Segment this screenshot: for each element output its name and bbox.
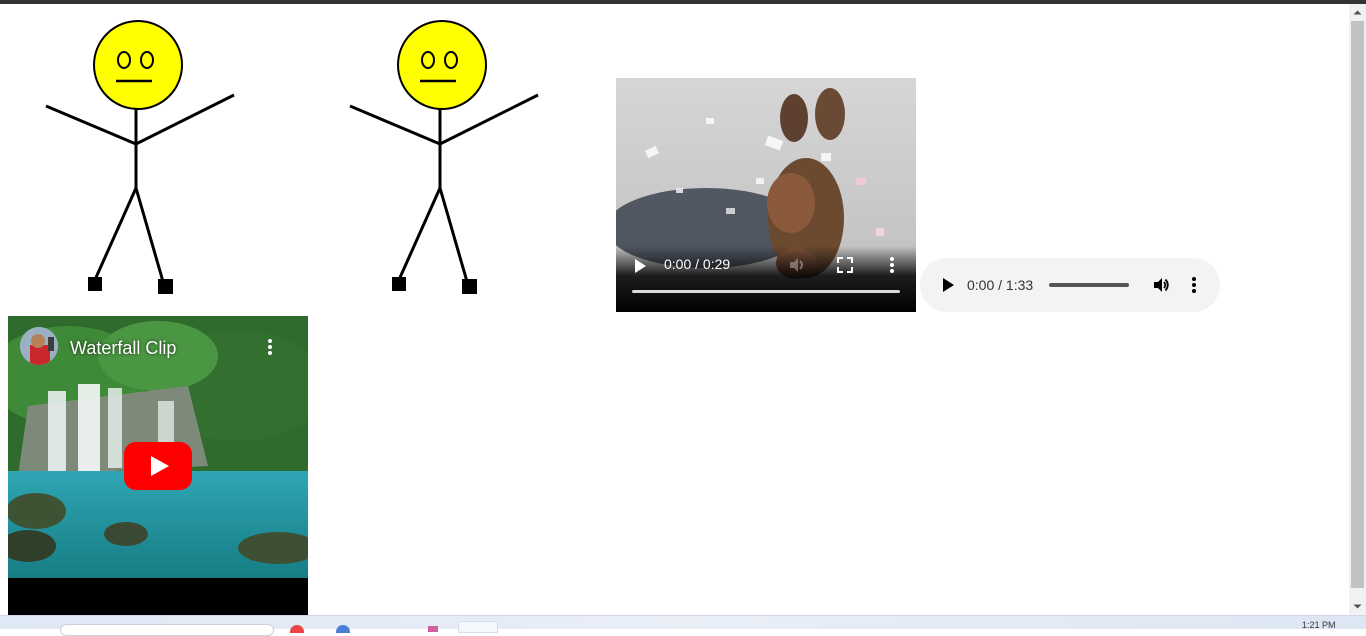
video-title[interactable]: Waterfall Clip [70,338,176,359]
stick-figure-drawing [349,20,539,294]
taskbar-active-app[interactable] [458,621,498,633]
taskbar-clock: 1:21 PM [1302,620,1336,630]
video-player[interactable]: 0:00 / 0:29 [616,78,916,312]
fullscreen-icon[interactable] [836,256,854,274]
volume-icon[interactable] [1152,276,1170,294]
youtube-embed[interactable]: Waterfall Clip [8,316,308,615]
stick-figure-drawing [45,20,235,294]
scroll-down-arrow-icon[interactable] [1349,598,1366,615]
audio-player[interactable]: 0:00 / 1:33 [920,258,1220,312]
avatar-image [20,327,58,365]
browser-top-edge [0,0,1366,4]
youtube-play-button[interactable] [124,442,192,490]
play-icon[interactable] [632,258,648,274]
taskbar-app-icon[interactable] [336,625,350,633]
play-icon[interactable] [940,277,956,293]
more-options-icon[interactable] [262,337,278,357]
scroll-up-arrow-icon[interactable] [1349,4,1366,21]
taskbar-search-box[interactable] [60,624,274,636]
audio-time-display: 0:00 / 1:33 [967,277,1034,293]
taskbar-app-icon[interactable] [290,625,304,633]
os-taskbar: 1:21 PM [0,615,1366,636]
audio-progress-bar[interactable] [1049,283,1129,287]
video-controls-bar: 0:00 / 0:29 [616,246,916,312]
more-options-icon[interactable] [884,256,900,274]
video-progress-bar[interactable] [632,290,900,293]
volume-icon [790,258,803,272]
channel-avatar[interactable] [20,327,58,365]
video-time-display: 0:00 / 0:29 [664,256,731,272]
vertical-scrollbar[interactable] [1349,4,1366,615]
taskbar-app-icon[interactable] [428,626,438,632]
more-options-icon[interactable] [1186,276,1202,294]
scrollbar-thumb[interactable] [1351,21,1364,588]
